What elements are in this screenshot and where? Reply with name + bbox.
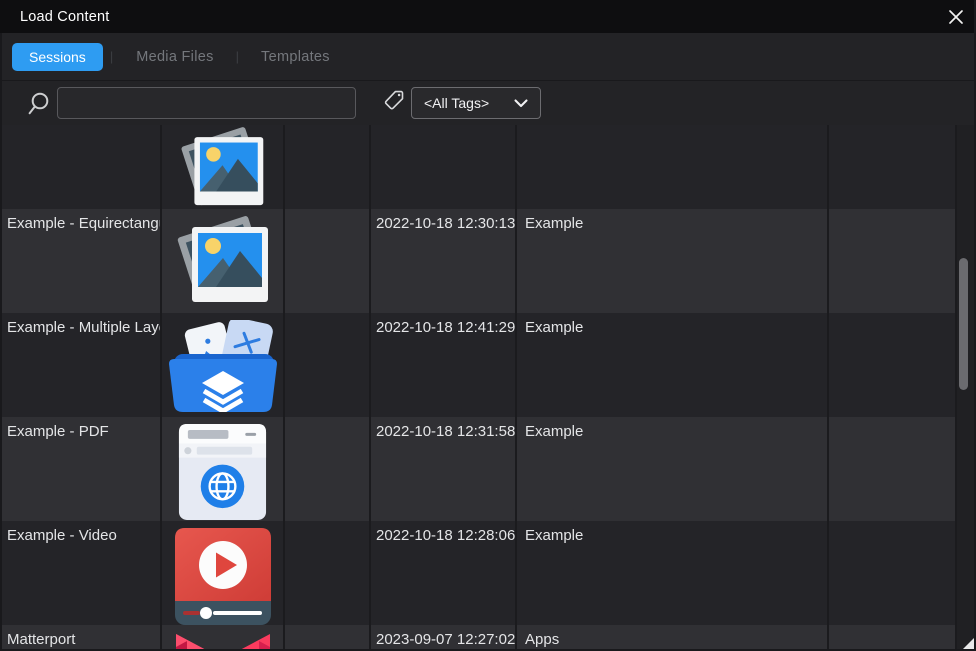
tag-filter-value: <All Tags> — [424, 95, 489, 111]
empty-cell — [285, 313, 371, 417]
tab-sessions[interactable]: Sessions — [12, 43, 103, 71]
empty-cell — [829, 521, 957, 625]
session-tags: Apps — [517, 625, 829, 651]
empty-cell — [829, 625, 957, 651]
search-input[interactable] — [57, 87, 356, 119]
session-tags: Example — [517, 417, 829, 521]
resize-grip[interactable] — [963, 638, 974, 649]
empty-cell — [285, 125, 371, 209]
tab-separator: | — [236, 49, 239, 64]
session-date: 2022-10-18 12:28:06 — [371, 521, 517, 625]
session-name: Example - Video — [0, 521, 162, 625]
session-tags — [517, 125, 829, 209]
empty-cell — [285, 209, 371, 313]
session-thumbnail — [162, 313, 285, 417]
session-date: 2022-10-18 12:30:13 — [371, 209, 517, 313]
browser-globe-icon — [175, 424, 270, 520]
table-row[interactable]: Example - Video 2022-10-18 12:28:06 Exam… — [0, 521, 957, 625]
table-row[interactable]: Matterport 2023-09-07 12:27:02 Apps — [0, 625, 957, 651]
vertical-scrollbar-thumb[interactable] — [959, 258, 968, 390]
empty-cell — [829, 209, 957, 313]
session-date: 2022-10-18 12:31:58 — [371, 417, 517, 521]
empty-cell — [285, 417, 371, 521]
search-icon — [27, 91, 50, 117]
session-name: Matterport — [0, 625, 162, 651]
session-thumbnail — [162, 417, 285, 521]
dialog-title: Load Content — [20, 9, 109, 25]
session-name: Example - Multiple Laye — [0, 313, 162, 417]
session-name — [0, 125, 162, 209]
vertical-scrollbar-track[interactable] — [957, 125, 974, 651]
session-thumbnail — [162, 209, 285, 313]
table-row[interactable] — [0, 125, 957, 209]
titlebar: Load Content — [0, 0, 976, 33]
empty-cell — [285, 625, 371, 651]
tab-bar: Sessions | Media Files | Templates — [0, 33, 976, 81]
tab-separator: | — [110, 49, 113, 64]
session-name: Example - PDF — [0, 417, 162, 521]
session-date: 2023-09-07 12:27:02 — [371, 625, 517, 651]
tag-filter-dropdown[interactable]: <All Tags> — [411, 87, 541, 119]
close-button[interactable] — [947, 8, 965, 26]
filter-bar: <All Tags> — [0, 82, 976, 125]
video-player-icon — [175, 528, 271, 625]
tab-templates[interactable]: Templates — [261, 49, 330, 65]
tab-media-files[interactable]: Media Files — [136, 49, 213, 65]
session-name: Example - Equirectangu — [0, 209, 162, 313]
session-thumbnail — [162, 521, 285, 625]
session-thumbnail — [162, 125, 285, 209]
empty-cell — [285, 521, 371, 625]
chevron-down-icon — [514, 99, 528, 108]
table-row[interactable]: Example - Equirectangu 2022-10-18 12:30:… — [0, 209, 957, 313]
sessions-table: Example - Equirectangu 2022-10-18 12:30:… — [0, 125, 957, 651]
close-icon — [948, 9, 964, 25]
dialog-border — [0, 33, 2, 651]
photos-icon — [179, 127, 266, 207]
empty-cell — [829, 313, 957, 417]
session-tags: Example — [517, 521, 829, 625]
session-date — [371, 125, 517, 209]
session-tags: Example — [517, 313, 829, 417]
table-row[interactable]: Example - PDF 2022-10-18 12:31:58 Exampl… — [0, 417, 957, 521]
photos-icon — [175, 216, 271, 304]
empty-cell — [829, 417, 957, 521]
session-tags: Example — [517, 209, 829, 313]
session-thumbnail — [162, 625, 285, 651]
load-content-dialog: Load Content Sessions | Media Files | Te… — [0, 0, 976, 651]
table-row[interactable]: Example - Multiple Laye 2022-10-18 12:41… — [0, 313, 957, 417]
empty-cell — [829, 125, 957, 209]
tag-icon — [383, 89, 406, 112]
session-date: 2022-10-18 12:41:29 — [371, 313, 517, 417]
layers-folder-icon — [166, 320, 280, 412]
